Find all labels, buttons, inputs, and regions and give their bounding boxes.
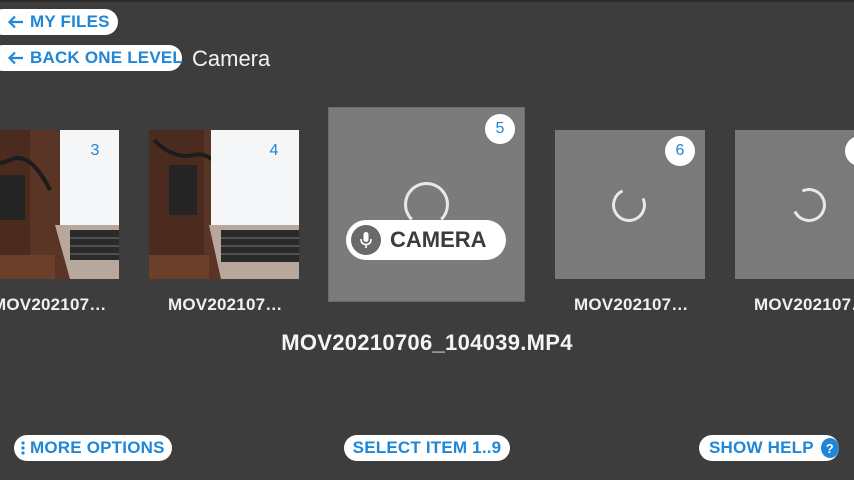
thumbnail-item[interactable] [735,130,854,279]
thumbnail-item[interactable]: 3 [0,130,119,279]
thumbnail-label: MOV202107… [574,295,689,314]
more-options-button[interactable]: MORE OPTIONS [14,435,172,461]
loading-spinner-icon [787,183,831,227]
back-one-level-button[interactable]: BACK ONE LEVEL [0,45,183,71]
help-icon: ? [820,438,839,458]
select-item-button[interactable]: SELECT ITEM 1..9 [344,435,510,461]
loading-spinner-icon [607,183,651,227]
arrow-left-icon [7,51,24,65]
voice-command-label: CAMERA [390,227,487,252]
show-help-label: SHOW HELP [709,438,814,457]
more-options-label: MORE OPTIONS [30,438,165,457]
item-number-badge: 6 [665,136,695,166]
back-one-level-label: BACK ONE LEVEL [30,48,183,67]
thumbnail-item[interactable]: 6 [555,130,705,279]
selected-filename: MOV20210706_104039.MP4 [281,330,573,355]
voice-command-camera[interactable]: CAMERA [346,220,506,260]
item-number-badge [845,136,854,166]
thumbnail-label: MOV202107… [0,295,107,314]
selected-thumbnail-item[interactable]: 5 [328,107,525,302]
my-files-label: MY FILES [30,12,110,31]
folder-title: Camera [192,46,271,71]
microphone-icon [351,225,381,255]
top-border [0,0,854,2]
more-vertical-icon [20,441,26,455]
my-files-button[interactable]: MY FILES [0,9,118,35]
thumbnail-item[interactable]: 4 [149,130,299,279]
thumbnail-label: MOV202107… [754,295,854,314]
item-number-badge: 5 [485,114,515,144]
select-item-label: SELECT ITEM 1..9 [352,438,502,457]
item-number-badge: 3 [90,142,100,159]
item-number-badge: 4 [269,142,279,159]
thumbnail-label: MOV202107… [168,295,283,314]
arrow-left-icon [7,15,24,29]
show-help-button[interactable]: SHOW HELP ? [699,435,839,461]
